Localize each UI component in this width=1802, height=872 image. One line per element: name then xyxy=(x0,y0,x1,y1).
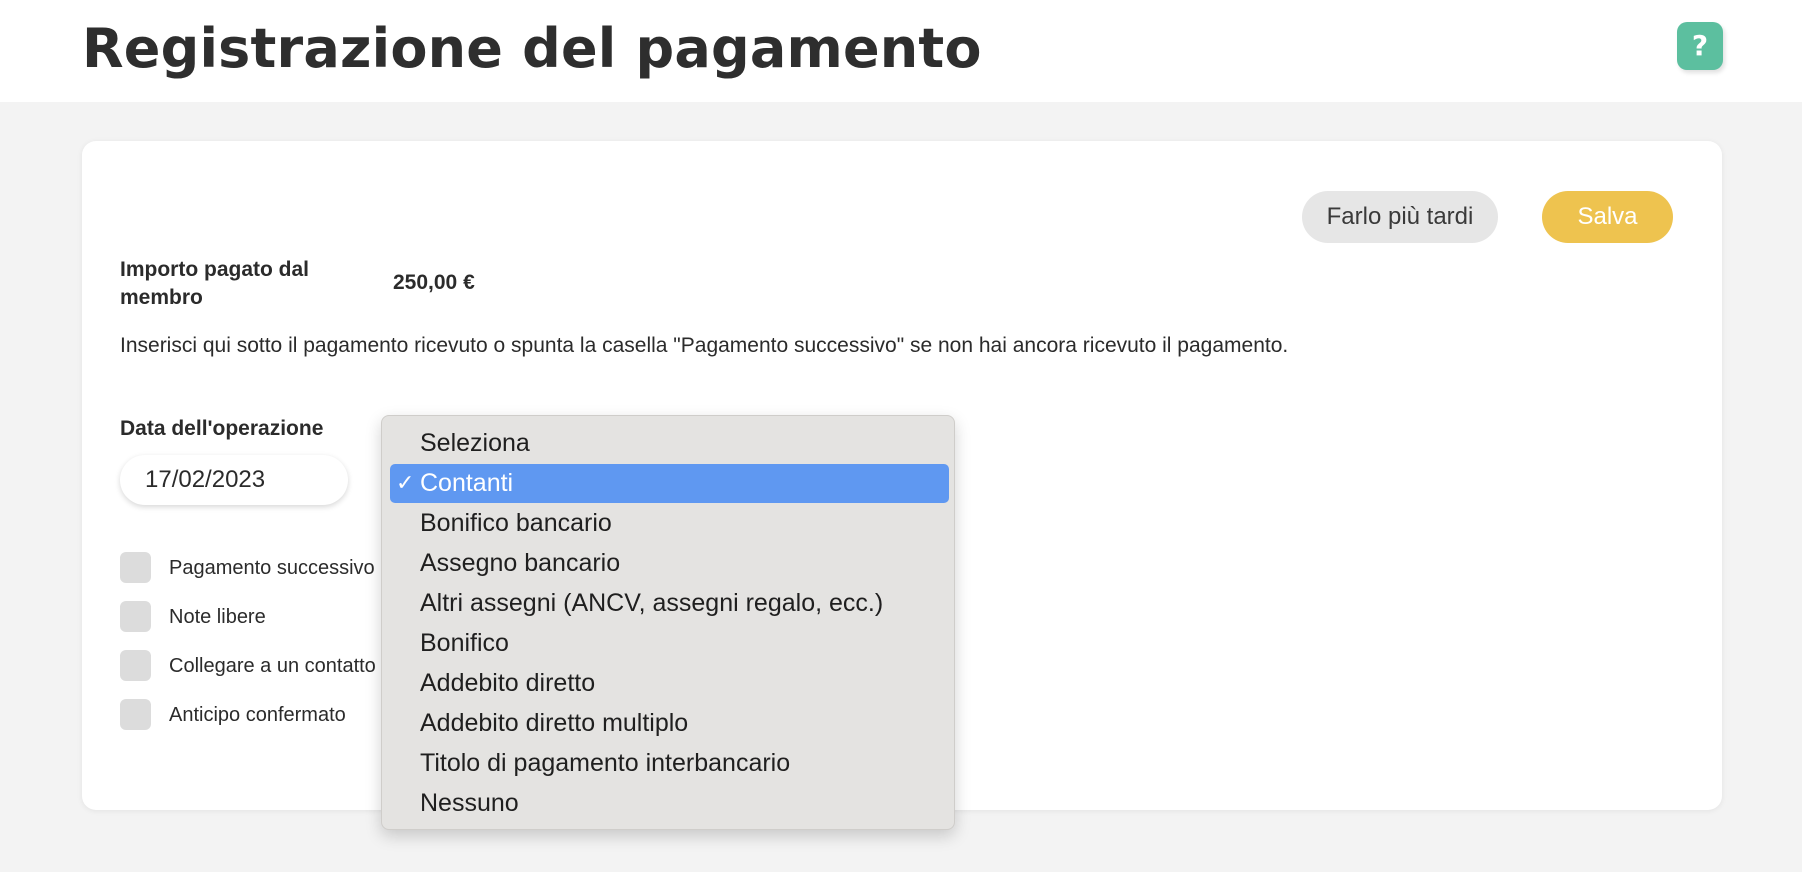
instructions-text: Inserisci qui sotto il pagamento ricevut… xyxy=(120,334,1289,357)
payment-method-dropdown[interactable]: Seleziona ✓ Contanti Bonifico bancario A… xyxy=(381,415,955,830)
checkmark-icon: ✓ xyxy=(396,471,415,496)
free-notes-checkbox[interactable] xyxy=(120,601,151,632)
amount-label: Importo pagato dal membro xyxy=(120,258,309,309)
dropdown-option-contanti[interactable]: ✓ Contanti xyxy=(390,464,949,503)
later-payment-checkbox[interactable] xyxy=(120,552,151,583)
dropdown-option-bonifico[interactable]: Bonifico xyxy=(390,624,949,663)
advance-confirmed-checkbox[interactable] xyxy=(120,699,151,730)
save-button[interactable]: Salva xyxy=(1542,191,1673,243)
option-label: Seleziona xyxy=(420,429,530,457)
dropdown-option-seleziona[interactable]: Seleziona xyxy=(390,424,949,463)
checkbox-label: Anticipo confermato xyxy=(169,704,346,726)
operation-date-input[interactable] xyxy=(120,455,348,505)
question-icon: ? xyxy=(1691,29,1709,62)
option-label: Bonifico xyxy=(420,629,509,657)
operation-date-label: Data dell'operazione xyxy=(120,417,324,440)
dropdown-option-titolo-interbancario[interactable]: Titolo di pagamento interbancario xyxy=(390,744,949,783)
option-label: Titolo di pagamento interbancario xyxy=(420,749,791,777)
option-label: Assegno bancario xyxy=(420,549,621,577)
dropdown-option-assegno-bancario[interactable]: Assegno bancario xyxy=(390,544,949,583)
option-label: Altri assegni (ANCV, assegni regalo, ecc… xyxy=(420,589,884,617)
dropdown-option-addebito-diretto-multiplo[interactable]: Addebito diretto multiplo xyxy=(390,704,949,743)
dropdown-option-altri-assegni[interactable]: Altri assegni (ANCV, assegni regalo, ecc… xyxy=(390,584,949,623)
dropdown-option-bonifico-bancario[interactable]: Bonifico bancario xyxy=(390,504,949,543)
option-label: Contanti xyxy=(420,469,514,497)
option-label: Addebito diretto xyxy=(420,669,596,697)
help-button[interactable]: ? xyxy=(1677,22,1723,70)
page-header: Registrazione del pagamento ? xyxy=(0,0,1802,102)
checkbox-label: Note libere xyxy=(169,606,266,628)
link-contact-checkbox[interactable] xyxy=(120,650,151,681)
option-label: Bonifico bancario xyxy=(420,509,612,537)
checkbox-label: Pagamento successivo xyxy=(169,557,375,579)
page-title: Registrazione del pagamento xyxy=(82,17,982,80)
option-label: Addebito diretto multiplo xyxy=(420,709,689,737)
checkbox-label: Collegare a un contatto xyxy=(169,655,376,677)
amount-value: 250,00 € xyxy=(393,271,475,294)
dropdown-option-addebito-diretto[interactable]: Addebito diretto xyxy=(390,664,949,703)
dropdown-option-nessuno[interactable]: Nessuno xyxy=(390,784,949,823)
later-button[interactable]: Farlo più tardi xyxy=(1302,191,1498,243)
option-label: Nessuno xyxy=(420,789,519,817)
